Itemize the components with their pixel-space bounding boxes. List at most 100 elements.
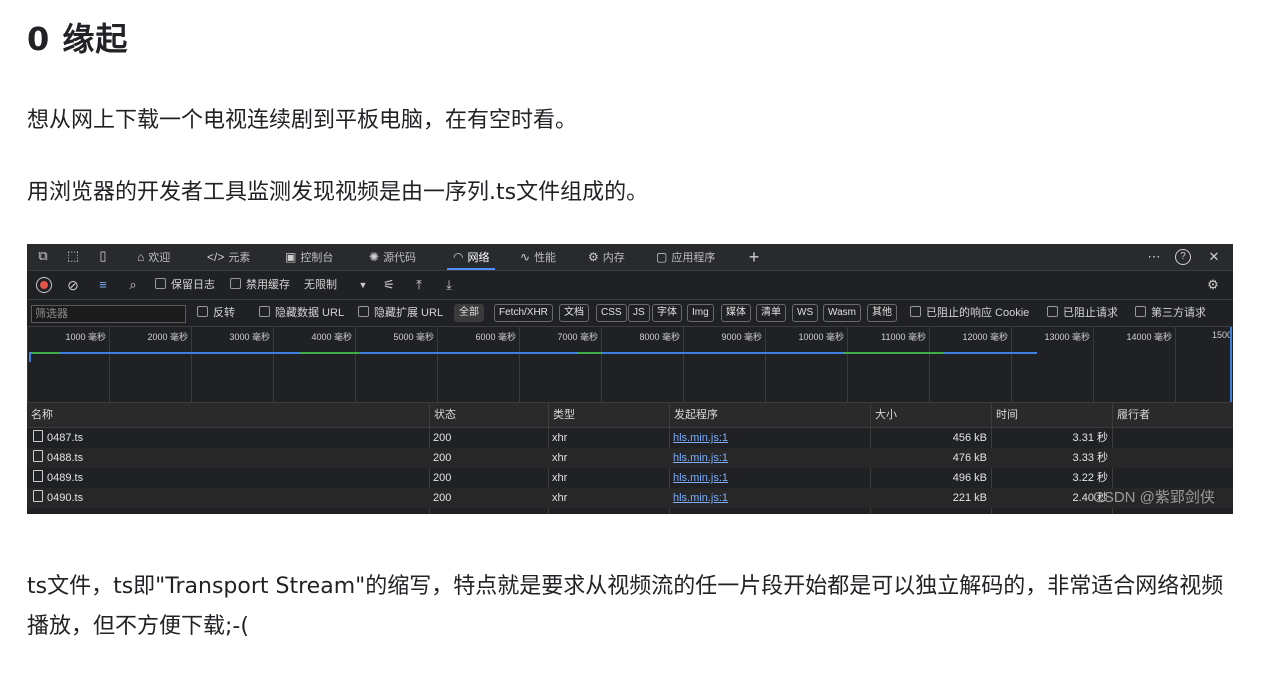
upload-har-icon[interactable]: ⤒ [411,277,427,293]
column-fulfilled-by[interactable]: 履行者 [1112,403,1233,427]
request-initiator-link[interactable]: hls.min.js:1 [673,488,728,508]
timeline-bar [359,352,577,354]
hide-extension-urls-checkbox[interactable]: 隐藏扩展 URL [358,304,443,322]
blocked-cookies-checkbox[interactable]: 已阻止的响应 Cookie [910,304,1029,322]
filter-type-media[interactable]: 媒体 [721,304,751,322]
filter-type-fetch-xhr[interactable]: Fetch/XHR [494,304,553,322]
request-time: 2.40 秒 [1072,492,1108,504]
request-name: 0489.ts [33,468,83,488]
download-har-icon[interactable]: ⤓ [441,277,457,293]
table-row[interactable]: 0489.ts 200 xhr hls.min.js:1 496 kB 3.22… [27,468,1233,488]
request-name: 0488.ts [33,448,83,468]
filter-input[interactable]: 筛选器 [31,305,186,323]
timeline-overview[interactable]: 1000 毫秒 2000 毫秒 3000 毫秒 4000 毫秒 5000 毫秒 … [27,327,1233,403]
help-icon[interactable]: ? [1175,249,1191,265]
article-paragraph-3: ts文件，ts即"Transport Stream"的缩写，特点就是要求从视频流… [27,574,1224,639]
timeline-tick: 13000 毫秒 [1011,327,1094,402]
checkbox-box [155,278,166,289]
column-size[interactable]: 大小 [870,403,992,427]
timeline-bar [59,352,299,354]
add-tab-icon[interactable]: + [745,248,763,266]
filter-type-doc[interactable]: 文档 [559,304,589,322]
chevron-down-icon[interactable]: ▼ [355,277,371,293]
filter-type-font[interactable]: 字体 [652,304,682,322]
column-time[interactable]: 时间 [991,403,1113,427]
throttling-select[interactable]: 无限制 [304,276,337,294]
table-row[interactable]: 0487.ts 200 xhr hls.min.js:1 456 kB 3.31… [27,428,1233,448]
disable-cache-checkbox[interactable]: 禁用缓存 [230,276,290,294]
checkbox-box [230,278,241,289]
blocked-requests-checkbox[interactable]: 已阻止请求 [1047,304,1118,322]
request-type: xhr [552,492,568,504]
timeline-tick: 12000 毫秒 [929,327,1012,402]
timeline-tick: 1000 毫秒 [27,327,110,402]
filter-type-wasm[interactable]: Wasm [823,304,861,322]
tab-sources[interactable]: ✺ 源代码 [363,244,422,270]
more-options-icon[interactable]: ⋯ [1145,248,1163,266]
filter-toggle-icon[interactable]: ≡ [95,277,111,293]
request-size: 476 kB [952,452,987,464]
request-status: 200 [433,452,452,464]
search-icon[interactable]: ⌕ [125,277,141,293]
article-paragraph-1: 想从网上下载一个电视连续剧到平板电脑，在有空时看。 [27,108,578,133]
hide-data-urls-checkbox[interactable]: 隐藏数据 URL [259,304,344,322]
table-row[interactable]: 0488.ts 200 xhr hls.min.js:1 476 kB 3.33… [27,448,1233,468]
request-size: 456 kB [952,432,987,444]
device-emulation-icon[interactable]: ⧉ [35,248,51,264]
clear-icon[interactable]: ⊘ [65,277,81,293]
column-status[interactable]: 状态 [429,403,549,427]
request-initiator-link[interactable]: hls.min.js:1 [673,448,728,468]
tab-memory[interactable]: ⚙ 内存 [582,244,631,270]
inspect-icon[interactable]: ⬚ [65,248,81,264]
file-icon [33,430,43,442]
dock-sidebar-icon[interactable]: ▯ [95,248,111,264]
timeline-bar [31,352,59,354]
checkbox-box [197,306,208,317]
settings-gear-icon[interactable]: ⚙ [1205,277,1221,293]
filter-type-css[interactable]: CSS [596,304,627,322]
filter-type-ws[interactable]: WS [792,304,819,322]
tab-console[interactable]: ▣ 控制台 [279,244,339,270]
column-name[interactable]: 名称 [27,403,429,427]
app-icon: ▢ [656,250,668,264]
network-conditions-icon[interactable]: ⚟ [381,277,397,293]
request-name: 0487.ts [33,428,83,448]
table-row[interactable]: 0490.ts 200 xhr hls.min.js:1 221 kB 2.40… [27,488,1233,508]
tab-network[interactable]: ◠ 网络 [447,244,496,270]
close-icon[interactable]: ✕ [1205,248,1223,266]
third-party-checkbox[interactable]: 第三方请求 [1135,304,1206,322]
timeline-bar [601,352,843,354]
checkbox-box [910,306,921,317]
performance-icon: ∿ [520,250,531,264]
tab-application[interactable]: ▢ 应用程序 [650,244,721,270]
timeline-tick: 7000 毫秒 [519,327,602,402]
tab-elements[interactable]: </> 元素 [201,244,256,270]
column-initiator[interactable]: 发起程序 [669,403,871,427]
invert-checkbox[interactable]: 反转 [197,304,235,322]
filter-type-img[interactable]: Img [687,304,714,322]
request-initiator-link[interactable]: hls.min.js:1 [673,428,728,448]
timeline-tick: 2000 毫秒 [109,327,192,402]
filter-type-manifest[interactable]: 清单 [756,304,786,322]
checkbox-box [1135,306,1146,317]
filter-type-all[interactable]: 全部 [454,304,484,322]
timeline-tick: 5000 毫秒 [355,327,438,402]
filter-type-js[interactable]: JS [628,304,650,322]
preserve-log-checkbox[interactable]: 保留日志 [155,276,215,294]
request-time: 3.22 秒 [1072,472,1108,484]
timeline-tick: 11000 毫秒 [847,327,930,402]
request-time: 3.33 秒 [1072,452,1108,464]
tab-performance[interactable]: ∿ 性能 [514,244,562,270]
column-type[interactable]: 类型 [548,403,670,427]
tab-welcome[interactable]: ⌂ 欢迎 [131,244,176,270]
request-name: 0490.ts [33,488,83,508]
devtools-tabbar: ⧉ ⬚ ▯ ⌂ 欢迎 </> 元素 ▣ 控制台 ✺ 源代码 ◠ 网络 ∿ 性能 ⚙ 内存 ▢ 应… [27,244,1233,271]
timeline-bar [299,352,359,354]
timeline-tick: 4000 毫秒 [273,327,356,402]
bug-icon: ✺ [369,250,380,264]
request-initiator-link[interactable]: hls.min.js:1 [673,468,728,488]
filter-type-other[interactable]: 其他 [867,304,897,322]
request-size: 221 kB [952,492,987,504]
request-type: xhr [552,472,568,484]
record-button[interactable] [36,277,52,293]
